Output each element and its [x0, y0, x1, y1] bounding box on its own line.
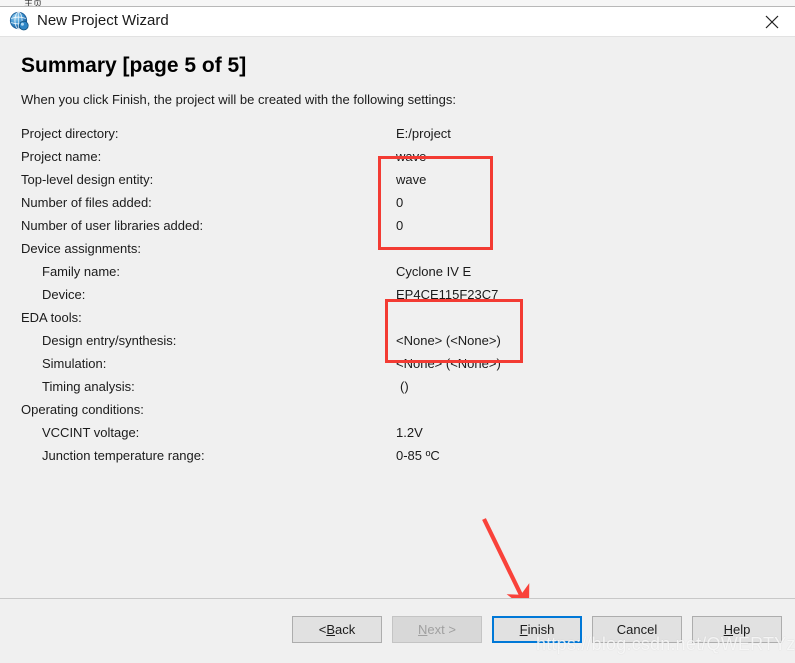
summary-row-value: EP4CE115F23C7 — [396, 287, 499, 302]
summary-row-label: Number of user libraries added: — [21, 218, 204, 233]
summary-row-label: VCCINT voltage: — [42, 425, 140, 440]
page-title: Summary [page 5 of 5] — [21, 54, 247, 77]
summary-row: Simulation: <None> (<None>) — [0, 352, 795, 375]
background-window-tab: 主页 — [24, 0, 43, 6]
summary-row-label: Design entry/synthesis: — [42, 333, 177, 348]
wizard-button-bar: < Back Next > Finish Cancel Help — [0, 598, 795, 663]
summary-row: VCCINT voltage: 1.2V — [0, 421, 795, 444]
summary-row: Device assignments: — [0, 237, 795, 260]
background-window-sliver: 主页 — [0, 0, 795, 7]
summary-row-label: Device: — [42, 287, 86, 302]
summary-row-label: Simulation: — [42, 356, 107, 371]
summary-row: Project directory: E:/project — [0, 122, 795, 145]
summary-row-value: 0 — [396, 195, 404, 210]
summary-row: Design entry/synthesis: <None> (<None>) — [0, 329, 795, 352]
summary-row: Project name: wave — [0, 145, 795, 168]
title-bar: New Project Wizard — [0, 7, 795, 37]
summary-row-label: Timing analysis: — [42, 379, 135, 394]
summary-list: Project directory: E:/project Project name… — [0, 122, 795, 467]
summary-row-label: Junction temperature range: — [42, 448, 205, 463]
summary-row-label: EDA tools: — [21, 310, 82, 325]
summary-row-value: wave — [396, 149, 427, 164]
summary-row-value: 0-85 ºC — [396, 448, 440, 463]
summary-row-value: 1.2V — [396, 425, 423, 440]
back-button[interactable]: < Back — [292, 616, 382, 643]
finish-button[interactable]: Finish — [492, 616, 582, 643]
help-button[interactable]: Help — [692, 616, 782, 643]
summary-row: Number of user libraries added: 0 — [0, 214, 795, 237]
new-project-wizard-window: 主页 New Project Wizard Summary [page 5 of… — [0, 0, 795, 663]
summary-row-value: wave — [396, 172, 427, 187]
summary-row-value: () — [400, 379, 409, 394]
summary-row: Junction temperature range: 0-85 ºC — [0, 444, 795, 467]
close-icon[interactable] — [749, 7, 795, 37]
summary-row-value: <None> (<None>) — [396, 333, 501, 348]
summary-row-label: Top-level design entity: — [21, 172, 154, 187]
summary-row-label: Operating conditions: — [21, 402, 144, 417]
wizard-content-panel: Summary [page 5 of 5] When you click Fin… — [0, 37, 795, 598]
summary-row-label: Number of files added: — [21, 195, 152, 210]
summary-row: Number of files added: 0 — [0, 191, 795, 214]
summary-row-label: Project directory: — [21, 126, 119, 141]
next-button[interactable]: Next > — [392, 616, 482, 643]
summary-row: Operating conditions: — [0, 398, 795, 421]
quartus-globe-icon — [9, 11, 30, 32]
summary-row: EDA tools: — [0, 306, 795, 329]
intro-text: When you click Finish, the project will … — [21, 92, 456, 107]
summary-row: Device: EP4CE115F23C7 — [0, 283, 795, 306]
summary-row-value: <None> (<None>) — [396, 356, 501, 371]
cancel-button[interactable]: Cancel — [592, 616, 682, 643]
summary-row-label: Project name: — [21, 149, 102, 164]
summary-row: Family name: Cyclone IV E — [0, 260, 795, 283]
summary-row-value: E:/project — [396, 126, 451, 141]
summary-row-value: 0 — [396, 218, 404, 233]
summary-row-label: Family name: — [42, 264, 121, 279]
summary-row: Top-level design entity: wave — [0, 168, 795, 191]
summary-row-value: Cyclone IV E — [396, 264, 472, 279]
window-title: New Project Wizard — [37, 12, 169, 29]
summary-row-label: Device assignments: — [21, 241, 141, 256]
summary-row: Timing analysis: () — [0, 375, 795, 398]
